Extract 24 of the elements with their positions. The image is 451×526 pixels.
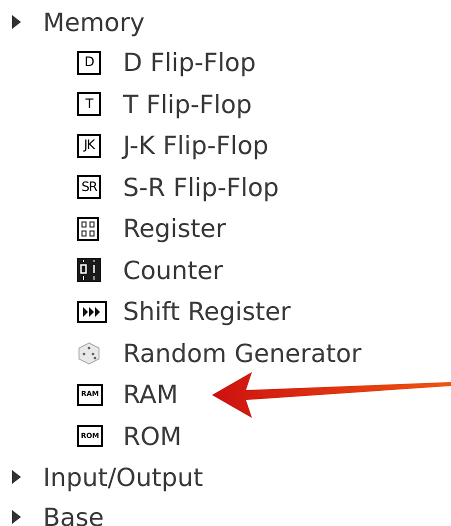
category-label[interactable]: Input/Output (43, 464, 203, 490)
expand-arrow-icon[interactable] (12, 15, 21, 29)
component-label[interactable]: RAM (123, 382, 178, 408)
component-label[interactable]: Register (123, 216, 226, 242)
component-label[interactable]: J-K Flip-Flop (123, 133, 268, 158)
component-icon: SR (77, 175, 101, 200)
component-label[interactable]: ROM (123, 424, 182, 449)
expand-arrow-icon[interactable] (12, 470, 21, 484)
component-icon: T (77, 92, 101, 116)
category-label[interactable]: Memory (43, 10, 145, 34)
register-icon (77, 216, 99, 241)
component-label[interactable]: S-R Flip-Flop (123, 174, 279, 200)
counter-icon (77, 258, 101, 282)
component-label[interactable]: Counter (123, 258, 223, 283)
component-label[interactable]: D Flip-Flop (123, 50, 256, 76)
dice-icon (77, 341, 101, 366)
component-label[interactable]: Shift Register (123, 299, 291, 324)
category-label[interactable]: Base (43, 504, 104, 526)
component-icon: D (77, 50, 101, 75)
component-label[interactable]: T Flip-Flop (123, 92, 252, 117)
component-icon: JK (77, 134, 101, 158)
component-label[interactable]: Random Generator (123, 340, 362, 366)
shift-register-icon (77, 300, 107, 323)
expand-arrow-icon[interactable] (12, 510, 21, 524)
